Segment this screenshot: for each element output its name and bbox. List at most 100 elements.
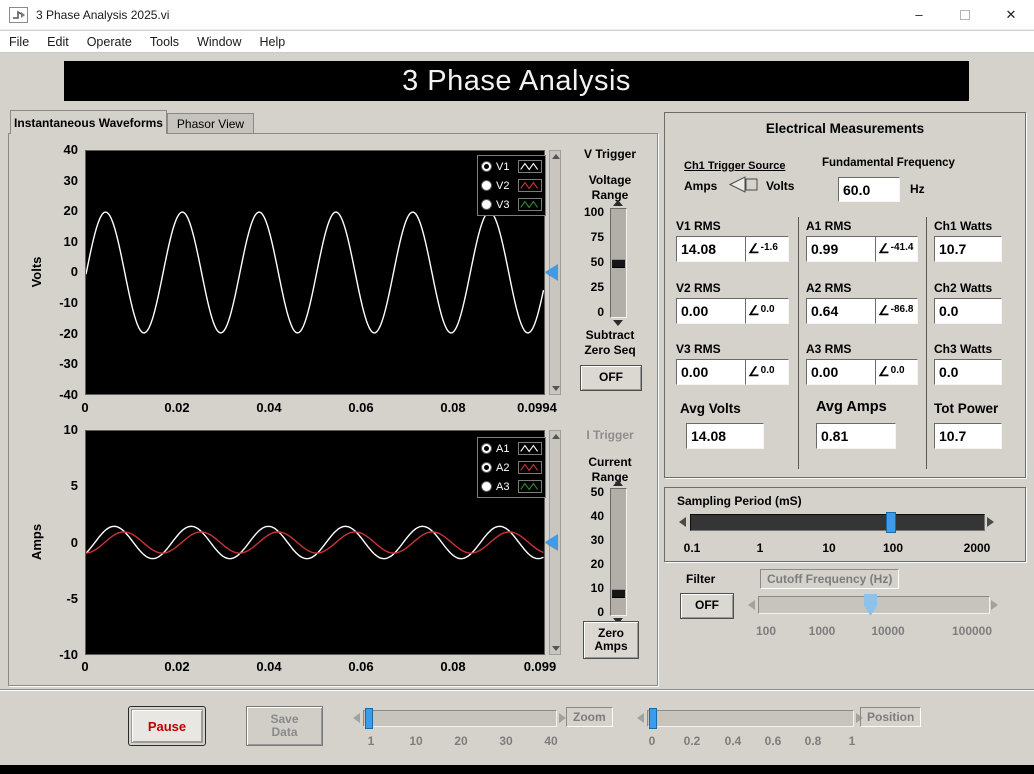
legend-item-a2[interactable]: A2 xyxy=(481,459,542,476)
legend-label: V2 xyxy=(496,179,510,192)
sampling-increment-icon[interactable] xyxy=(987,517,994,527)
current-range-thumb[interactable] xyxy=(612,589,625,598)
scroll-up-icon[interactable] xyxy=(552,154,560,159)
v2-rms-display: 0.00 xyxy=(676,298,746,324)
v2-radio[interactable] xyxy=(481,180,492,191)
zoom-decrement-icon[interactable] xyxy=(353,713,360,723)
sampling-period-thumb[interactable] xyxy=(886,512,896,533)
value: 0.0 xyxy=(760,364,775,376)
angle-icon: ∠ xyxy=(878,303,890,318)
ch1-watts-label: Ch1 Watts xyxy=(934,219,993,233)
sampling-period-slider[interactable] xyxy=(690,514,985,531)
button-label: OFF xyxy=(695,598,719,613)
slider-increment-icon[interactable] xyxy=(613,200,623,206)
tab-instantaneous-waveforms[interactable]: Instantaneous Waveforms xyxy=(10,110,167,134)
a1-line-sample-icon xyxy=(518,442,542,455)
slider-decrement-icon[interactable] xyxy=(613,320,623,326)
position-decrement-icon[interactable] xyxy=(637,713,644,723)
tab-phasor-view[interactable]: Phasor View xyxy=(167,113,254,134)
legend-item-v1[interactable]: V1 xyxy=(481,158,542,175)
amps-legend: A1 A2 A3 xyxy=(477,437,546,498)
value: 14.08 xyxy=(691,428,727,444)
position-slider[interactable] xyxy=(647,710,854,727)
v1-rms-label: V1 RMS xyxy=(676,219,721,233)
menu-file[interactable]: File xyxy=(0,31,38,52)
value: 0.64 xyxy=(811,303,839,319)
xtick: 0.02 xyxy=(164,659,190,674)
v3-radio[interactable] xyxy=(481,199,492,210)
voltage-range-slider[interactable] xyxy=(610,208,627,318)
value: 0.0 xyxy=(939,303,959,319)
v-trigger-level-arrow[interactable] xyxy=(545,264,558,280)
scroll-down-icon[interactable] xyxy=(552,646,560,651)
close-button[interactable]: ✕ xyxy=(988,0,1034,29)
fundamental-frequency-input[interactable]: 60.0 xyxy=(838,177,900,202)
legend-label: A2 xyxy=(496,461,510,474)
legend-item-a1[interactable]: A1 xyxy=(481,440,542,457)
trigger-source-switch[interactable] xyxy=(728,175,762,194)
zoom-tick: 10 xyxy=(409,734,423,748)
xtick: 0.08 xyxy=(440,659,466,674)
a3-rms-label: A3 RMS xyxy=(806,342,852,356)
ytick: -20 xyxy=(59,326,78,341)
current-range-slider[interactable] xyxy=(610,488,627,616)
amps-waveform-plot[interactable] xyxy=(85,430,545,655)
cutoff-increment-icon[interactable] xyxy=(991,600,998,610)
pause-button[interactable]: Pause xyxy=(128,706,206,746)
a3-rms-display: 0.00 xyxy=(806,359,876,385)
position-tick: 0.2 xyxy=(683,734,701,748)
a1-radio[interactable] xyxy=(481,443,492,454)
save-data-button[interactable]: Save Data xyxy=(246,706,323,746)
filter-button[interactable]: OFF xyxy=(680,593,734,619)
subtract-zero-seq-button[interactable]: OFF xyxy=(580,365,642,391)
legend-label: V1 xyxy=(496,160,510,173)
angle-icon: ∠ xyxy=(748,303,760,318)
menu-operate[interactable]: Operate xyxy=(78,31,141,52)
menu-window[interactable]: Window xyxy=(188,31,250,52)
i-trigger-title: I Trigger xyxy=(586,428,634,442)
a2-radio[interactable] xyxy=(481,462,492,473)
scroll-up-icon[interactable] xyxy=(552,434,560,439)
column-divider xyxy=(798,217,799,469)
legend-item-a3[interactable]: A3 xyxy=(481,478,542,495)
zoom-slider[interactable] xyxy=(363,710,557,727)
cutoff-tick: 1000 xyxy=(808,624,836,638)
slider-increment-icon[interactable] xyxy=(613,480,623,486)
xtick: 0.0994 xyxy=(517,400,557,415)
sampling-decrement-icon[interactable] xyxy=(679,517,686,527)
ch1-watts-display: 10.7 xyxy=(934,236,1002,262)
v3-rms-label: V3 RMS xyxy=(676,342,721,356)
a1-angle-display: ∠ -41.4 xyxy=(875,236,918,262)
cutoff-decrement-icon[interactable] xyxy=(748,600,755,610)
cutoff-tick: 10000 xyxy=(871,624,905,638)
ch3-watts-display: 0.0 xyxy=(934,359,1002,385)
menu-tools[interactable]: Tools xyxy=(141,31,188,52)
legend-item-v3[interactable]: V3 xyxy=(481,196,542,213)
zoom-increment-icon[interactable] xyxy=(559,713,566,723)
position-tick: 0.8 xyxy=(804,734,822,748)
a3-radio[interactable] xyxy=(481,481,492,492)
maximize-button[interactable] xyxy=(942,0,988,29)
sampling-tick: 2000 xyxy=(963,541,991,555)
minimize-button[interactable]: – xyxy=(896,0,942,29)
volts-waveform-plot[interactable] xyxy=(85,150,545,395)
range-tick: 20 xyxy=(590,557,604,571)
v1-radio[interactable] xyxy=(481,161,492,172)
xtick: 0.04 xyxy=(256,659,282,674)
current-range-label-1: Current xyxy=(588,455,632,469)
zero-amps-button[interactable]: Zero Amps xyxy=(583,621,639,659)
avg-volts-label: Avg Volts xyxy=(680,401,741,416)
menu-help[interactable]: Help xyxy=(251,31,295,52)
i-trigger-level-arrow[interactable] xyxy=(545,534,558,550)
button-label: Pause xyxy=(147,718,187,734)
legend-item-v2[interactable]: V2 xyxy=(481,177,542,194)
position-thumb[interactable] xyxy=(649,708,657,729)
scroll-down-icon[interactable] xyxy=(552,386,560,391)
avg-volts-display: 14.08 xyxy=(686,423,764,449)
voltage-range-thumb[interactable] xyxy=(612,259,625,268)
filter-label: Filter xyxy=(686,572,716,586)
voltage-range-label-1: Voltage xyxy=(588,173,632,187)
zoom-thumb[interactable] xyxy=(365,708,373,729)
menu-edit[interactable]: Edit xyxy=(38,31,78,52)
position-label: Position xyxy=(860,707,922,727)
